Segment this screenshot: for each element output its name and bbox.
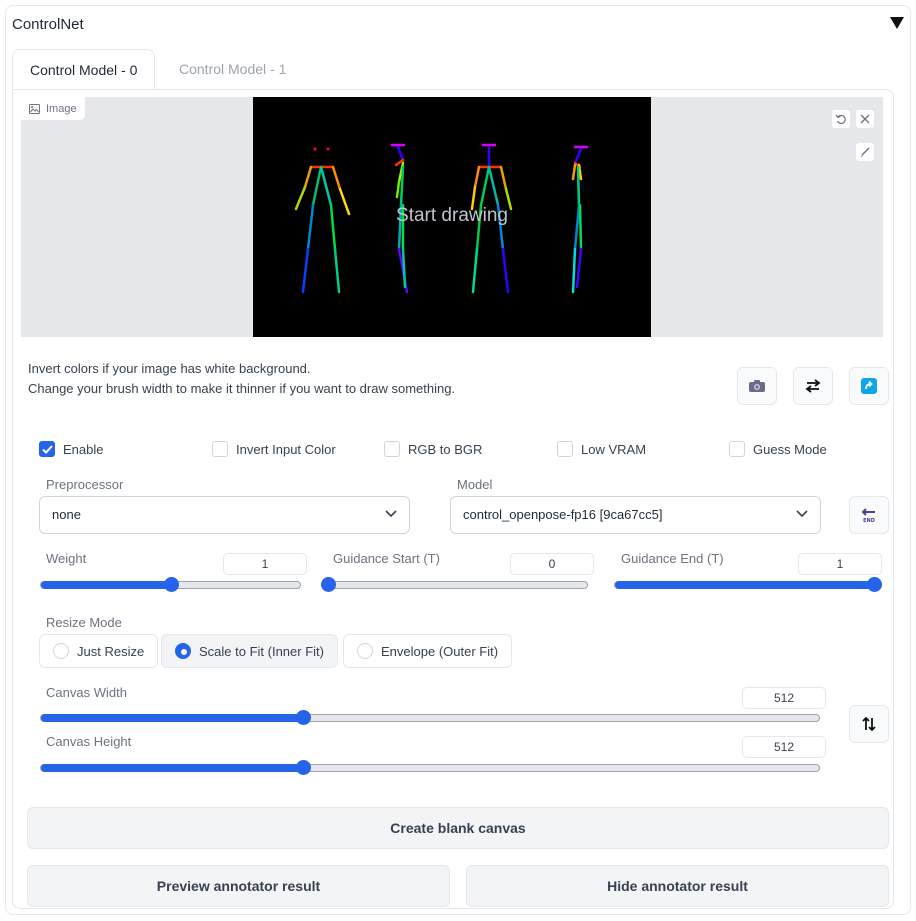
weight-input[interactable]: 1 — [223, 553, 307, 575]
low-vram-checkbox[interactable] — [557, 441, 573, 457]
camera-icon — [749, 380, 765, 392]
guidance-end-label: Guidance End (T) — [621, 551, 724, 566]
rgb-to-bgr-checkbox[interactable] — [384, 441, 400, 457]
checkbox-guess-mode[interactable]: Guess Mode — [729, 441, 827, 457]
guidance-end-slider-thumb[interactable] — [867, 577, 882, 592]
invert-input-color-label: Invert Input Color — [236, 441, 336, 457]
canvas-height-input[interactable]: 512 — [742, 736, 826, 758]
canvas-height-label: Canvas Height — [46, 734, 132, 749]
panel-title[interactable]: ControlNet — [12, 16, 84, 33]
weight-slider-thumb[interactable] — [163, 577, 179, 592]
webcam-button[interactable] — [737, 367, 777, 405]
hint-invert-colors: Invert colors if your image has white ba… — [28, 361, 311, 376]
weight-slider[interactable] — [40, 577, 301, 592]
chevron-down-icon — [796, 510, 808, 518]
collapse-triangle-icon[interactable] — [890, 17, 904, 29]
tab-control-model-0[interactable]: Control Model - 0 — [12, 49, 156, 89]
preprocessor-value: none — [52, 507, 81, 522]
low-vram-label: Low VRAM — [581, 441, 647, 457]
end-arrow-icon: END — [861, 508, 875, 523]
canvas-width-slider[interactable] — [40, 710, 820, 725]
scale-to-fit-radio-dot[interactable] — [175, 643, 191, 659]
rgb-to-bgr-label: RGB to BGR — [408, 441, 483, 457]
canvas-width-slider-fill — [41, 714, 304, 722]
image-label-text: Image — [46, 102, 77, 115]
guidance-start-label: Guidance Start (T) — [333, 551, 440, 566]
just-resize-radio-dot[interactable] — [53, 643, 69, 659]
hint-brush-width: Change your brush width to make it thinn… — [28, 381, 456, 396]
checkbox-enable[interactable]: Enable — [39, 441, 103, 457]
model-tabs: Control Model - 0 Control Model - 1 — [12, 49, 894, 93]
resize-mode-label: Resize Mode — [46, 615, 122, 630]
start-drawing-text: Start drawing — [396, 205, 508, 226]
preview-annotator-button[interactable]: Preview annotator result — [27, 865, 450, 907]
send-icon — [861, 378, 877, 394]
image-input-area[interactable]: Image Start drawing — [21, 97, 883, 337]
envelope-label: Envelope (Outer Fit) — [381, 643, 499, 659]
drawing-canvas[interactable]: Start drawing — [253, 97, 651, 337]
weight-label: Weight — [46, 551, 87, 566]
hide-annotator-button[interactable]: Hide annotator result — [466, 865, 889, 907]
invert-input-color-checkbox[interactable] — [212, 441, 228, 457]
guess-mode-label: Guess Mode — [753, 441, 827, 457]
undo-button[interactable] — [831, 109, 851, 129]
model-value: control_openpose-fp16 [9ca67cc5] — [463, 507, 663, 522]
just-resize-label: Just Resize — [77, 643, 145, 659]
undo-icon — [835, 114, 846, 125]
swap-dimensions-button[interactable] — [849, 705, 889, 743]
brush-icon — [860, 147, 870, 157]
image-icon — [29, 103, 40, 114]
checkbox-invert-input-color[interactable]: Invert Input Color — [212, 441, 336, 457]
canvas-width-input[interactable]: 512 — [742, 687, 826, 709]
guidance-end-slider[interactable] — [614, 577, 882, 592]
enable-checkbox[interactable] — [39, 441, 55, 457]
mirror-webcam-button[interactable] — [793, 367, 833, 405]
guidance-end-slider-fill — [615, 581, 874, 589]
checkbox-low-vram[interactable]: Low VRAM — [557, 441, 646, 457]
close-icon — [860, 114, 870, 124]
clear-button[interactable] — [855, 109, 875, 129]
tab-control-model-1[interactable]: Control Model - 1 — [162, 49, 303, 89]
chevron-down-icon — [385, 510, 397, 518]
svg-text:END: END — [863, 518, 875, 523]
send-dimensions-button[interactable] — [849, 367, 889, 405]
enable-label: Enable — [63, 441, 104, 457]
radio-scale-to-fit[interactable]: Scale to Fit (Inner Fit) — [161, 634, 338, 668]
swap-vertical-icon — [862, 716, 876, 732]
weight-slider-fill — [41, 581, 171, 589]
refresh-models-button[interactable]: END — [849, 496, 889, 534]
radio-just-resize[interactable]: Just Resize — [39, 634, 159, 668]
check-icon — [41, 444, 53, 454]
guidance-start-slider-thumb[interactable] — [321, 577, 336, 592]
checkbox-rgb-to-bgr[interactable]: RGB to BGR — [384, 441, 482, 457]
canvas-width-label: Canvas Width — [46, 685, 127, 700]
guidance-end-input[interactable]: 1 — [798, 553, 882, 575]
guidance-start-input[interactable]: 0 — [510, 553, 594, 575]
image-label: Image — [21, 97, 86, 121]
radio-envelope[interactable]: Envelope (Outer Fit) — [343, 634, 513, 668]
guess-mode-checkbox[interactable] — [729, 441, 745, 457]
envelope-radio-dot[interactable] — [357, 643, 373, 659]
create-blank-canvas-button[interactable]: Create blank canvas — [27, 807, 889, 849]
guidance-start-slider[interactable] — [321, 577, 588, 592]
model-dropdown[interactable]: control_openpose-fp16 [9ca67cc5] — [450, 496, 821, 534]
brush-button[interactable] — [855, 142, 875, 162]
swap-icon — [805, 379, 821, 393]
canvas-height-slider-fill — [41, 764, 304, 772]
canvas-height-slider[interactable] — [40, 760, 820, 775]
preprocessor-dropdown[interactable]: none — [39, 496, 410, 534]
model-label: Model — [457, 477, 493, 492]
preprocessor-label: Preprocessor — [46, 477, 124, 492]
scale-to-fit-label: Scale to Fit (Inner Fit) — [199, 643, 324, 659]
